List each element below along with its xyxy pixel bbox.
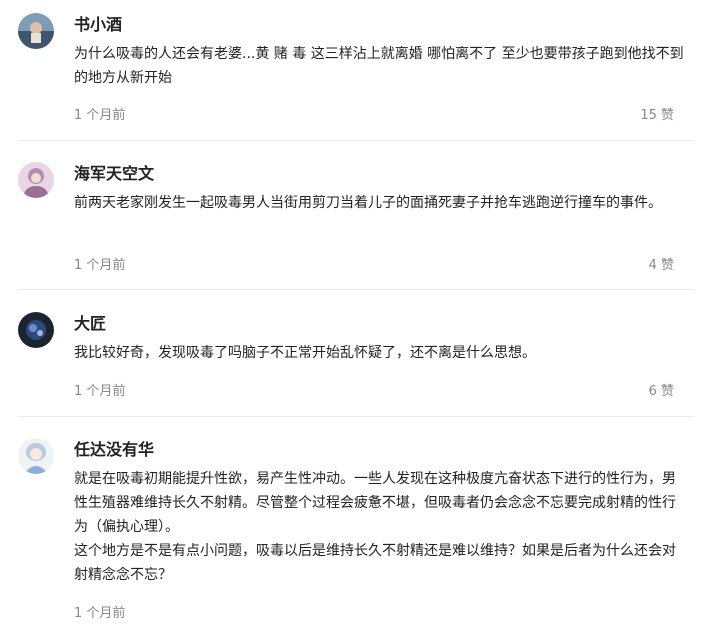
comment-paragraph: 我比较好奇，发现吸毒了吗脑子不正常开始乱怀疑了，还不离是什么思想。 bbox=[74, 345, 536, 361]
comment-time: 1 个月前 bbox=[74, 606, 126, 621]
avatar[interactable] bbox=[18, 312, 54, 348]
comment-paragraph: 就是在吸毒初期能提升性欲，易产生性冲动。一些人发现在这种极度亢奋状态下进行的性行… bbox=[74, 471, 676, 535]
avatar[interactable] bbox=[18, 13, 54, 49]
comment-body: 前两天老家刚发生一起吸毒男人当街用剪刀当着儿子的面捅死妻子并抢车逃跑逆行撞车的事… bbox=[74, 191, 684, 215]
comment-paragraph: 这个地方是不是有点小问题，吸毒以后是维持长久不射精还是难以维持？如果是后者为什么… bbox=[74, 543, 676, 583]
avatar-dark-icon bbox=[18, 312, 54, 348]
comment-username[interactable]: 书小酒 bbox=[74, 11, 122, 35]
like-count[interactable]: 15 赞 bbox=[640, 104, 674, 123]
divider bbox=[18, 140, 694, 141]
avatar-landscape-icon bbox=[18, 13, 54, 49]
avatar-anime-icon bbox=[18, 438, 54, 474]
comment-time: 1 个月前 bbox=[74, 258, 126, 273]
like-count[interactable]: 6 赞 bbox=[649, 380, 674, 399]
comment-username[interactable]: 任达没有华 bbox=[74, 436, 154, 460]
comment-paragraph: 为什么吸毒的人还会有老婆...黄 赌 毒 这三样沾上就离婚 哪怕离不了 至少也要… bbox=[74, 46, 684, 86]
avatar-portrait-icon bbox=[18, 162, 54, 198]
comment-paragraph: 前两天老家刚发生一起吸毒男人当街用剪刀当着儿子的面捅死妻子并抢车逃跑逆行撞车的事… bbox=[74, 195, 662, 211]
comment-body: 我比较好奇，发现吸毒了吗脑子不正常开始乱怀疑了，还不离是什么思想。 bbox=[74, 341, 684, 365]
comment-time: 1 个月前 bbox=[74, 108, 126, 123]
divider bbox=[18, 289, 694, 290]
comment-username[interactable]: 海军天空文 bbox=[74, 160, 154, 184]
divider bbox=[18, 416, 694, 417]
avatar[interactable] bbox=[18, 438, 54, 474]
comment-body: 就是在吸毒初期能提升性欲，易产生性冲动。一些人发现在这种极度亢奋状态下进行的性行… bbox=[74, 467, 684, 587]
comment-body: 为什么吸毒的人还会有老婆...黄 赌 毒 这三样沾上就离婚 哪怕离不了 至少也要… bbox=[74, 42, 684, 90]
comment-time: 1 个月前 bbox=[74, 384, 126, 399]
avatar[interactable] bbox=[18, 162, 54, 198]
like-count[interactable]: 4 赞 bbox=[649, 254, 674, 273]
comment-username[interactable]: 大匠 bbox=[74, 310, 106, 334]
